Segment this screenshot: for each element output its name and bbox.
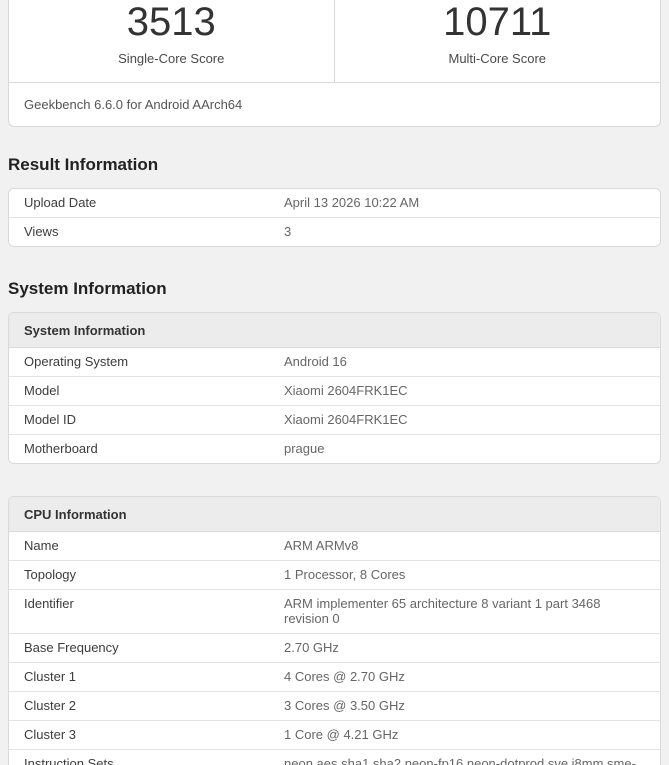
single-core-score-label: Single-Core Score xyxy=(118,51,225,66)
row-label: Name xyxy=(24,538,59,553)
table-row: Model ID Xiaomi 2604FRK1EC xyxy=(9,406,660,435)
single-core-score-value: 3513 xyxy=(126,0,216,44)
single-core-score-panel: 3513 Single-Core Score xyxy=(9,0,335,82)
row-value: prague xyxy=(284,441,325,456)
result-information-card: Upload Date April 13 2026 10:22 AM Views… xyxy=(8,188,661,247)
row-label: Cluster 1 xyxy=(24,669,77,684)
row-value: 1 Core @ 4.21 GHz xyxy=(284,727,399,742)
row-value: 1 Processor, 8 Cores xyxy=(284,567,406,582)
system-information-card-title: System Information xyxy=(9,313,660,348)
score-card: 3513 Single-Core Score 10711 Multi-Core … xyxy=(8,0,661,127)
row-value: ARM implementer 65 architecture 8 varian… xyxy=(284,596,601,626)
row-value: ARM ARMv8 xyxy=(284,538,359,553)
table-row: Motherboard prague xyxy=(9,435,660,463)
table-row: Name ARM ARMv8 xyxy=(9,532,660,561)
table-row: Cluster 3 1 Core @ 4.21 GHz xyxy=(9,721,660,750)
table-row: Instruction Sets neon aes sha1 sha2 neon… xyxy=(9,750,660,765)
row-label: Cluster 3 xyxy=(24,727,77,742)
table-row: Operating System Android 16 xyxy=(9,348,660,377)
row-label: Identifier xyxy=(24,596,74,611)
table-row: Model Xiaomi 2604FRK1EC xyxy=(9,377,660,406)
row-label: Motherboard xyxy=(24,441,98,456)
score-panels: 3513 Single-Core Score 10711 Multi-Core … xyxy=(9,0,660,83)
row-value: Xiaomi 2604FRK1EC xyxy=(284,412,408,427)
row-label: Model ID xyxy=(24,412,77,427)
table-row: Views 3 xyxy=(9,218,660,246)
row-value: 4 Cores @ 2.70 GHz xyxy=(284,669,405,684)
row-label: Model xyxy=(24,383,60,398)
result-information-heading: Result Information xyxy=(8,155,159,174)
row-label: Base Frequency xyxy=(24,640,119,655)
row-label: Instruction Sets xyxy=(24,756,114,765)
table-row: Cluster 1 4 Cores @ 2.70 GHz xyxy=(9,663,660,692)
row-label: Upload Date xyxy=(24,195,97,210)
row-value: 3 Cores @ 3.50 GHz xyxy=(284,698,405,713)
row-value: Android 16 xyxy=(284,354,347,369)
row-value: April 13 2026 10:22 AM xyxy=(284,195,420,210)
row-label: Views xyxy=(24,224,59,239)
row-label: Cluster 2 xyxy=(24,698,77,713)
cpu-information-card: CPU Information Name ARM ARMv8 Topology … xyxy=(8,496,661,765)
benchmark-version-row: Geekbench 6.6.0 for Android AArch64 xyxy=(24,97,243,112)
table-row: Cluster 2 3 Cores @ 3.50 GHz xyxy=(9,692,660,721)
row-value: 3 xyxy=(284,224,292,239)
row-label: Topology xyxy=(24,567,77,582)
cpu-information-card-title: CPU Information xyxy=(9,497,660,532)
row-value: 2.70 GHz xyxy=(284,640,339,655)
page-container: 3513 Single-Core Score 10711 Multi-Core … xyxy=(8,0,661,765)
row-label: Operating System xyxy=(24,354,129,369)
multi-core-score-value: 10711 xyxy=(443,0,552,44)
multi-core-score-panel: 10711 Multi-Core Score xyxy=(335,0,661,82)
table-row: Identifier ARM implementer 65 architectu… xyxy=(9,590,660,634)
row-value: neon aes sha1 sha2 neon-fp16 neon-dotpro… xyxy=(284,756,636,765)
table-row: Upload Date April 13 2026 10:22 AM xyxy=(9,189,660,218)
system-information-card: System Information Operating System Andr… xyxy=(8,312,661,464)
row-value: Xiaomi 2604FRK1EC xyxy=(284,383,408,398)
multi-core-score-label: Multi-Core Score xyxy=(448,51,547,66)
table-row: Base Frequency 2.70 GHz xyxy=(9,634,660,663)
system-information-heading: System Information xyxy=(8,279,167,298)
table-row: Topology 1 Processor, 8 Cores xyxy=(9,561,660,590)
